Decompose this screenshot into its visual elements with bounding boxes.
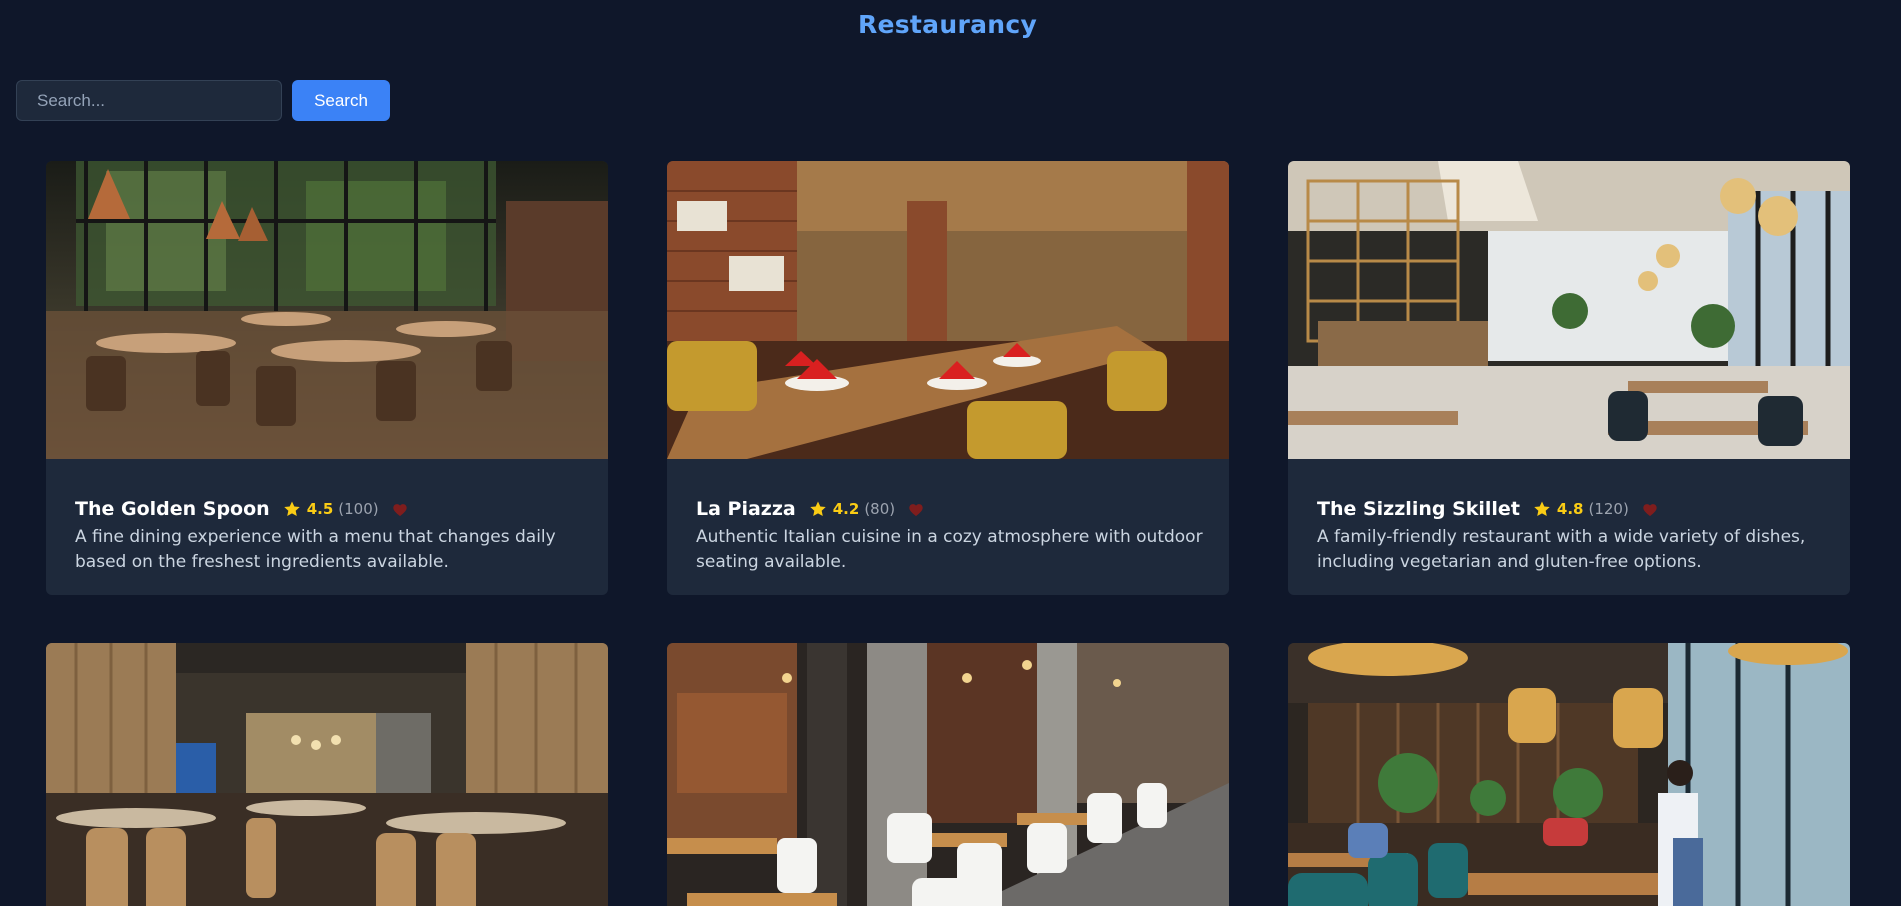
restaurant-description: Authentic Italian cuisine in a cozy atmo… (696, 527, 1203, 572)
restaurant-card[interactable] (667, 643, 1229, 906)
restaurant-card[interactable]: The Golden Spoon 4.5 (100) A fine dining… (46, 161, 608, 595)
rating-value: 4.2 (832, 500, 860, 518)
restaurant-description: A family-friendly restaurant with a wide… (1317, 527, 1806, 572)
rating-value: 4.5 (306, 500, 334, 518)
restaurant-card[interactable] (46, 643, 608, 906)
star-icon (809, 500, 827, 518)
restaurant-name: La Piazza (696, 498, 796, 520)
app-title: Restaurancy (857, 10, 1038, 39)
review-count: (100) (338, 500, 379, 518)
heart-icon[interactable] (392, 502, 408, 517)
restaurant-description: A fine dining experience with a menu tha… (75, 527, 556, 572)
restaurant-image[interactable] (46, 161, 608, 459)
star-icon (1533, 500, 1551, 518)
restaurant-card[interactable]: The Sizzling Skillet 4.8 (120) A family-… (1288, 161, 1850, 595)
restaurant-image[interactable] (667, 643, 1229, 906)
review-count: (80) (864, 500, 896, 518)
restaurant-card[interactable]: La Piazza 4.2 (80) Authentic Italian cui… (667, 161, 1229, 595)
restaurant-image[interactable] (46, 643, 608, 906)
restaurant-image[interactable] (1288, 161, 1850, 459)
heart-icon[interactable] (908, 502, 924, 517)
restaurant-card[interactable] (1288, 643, 1850, 906)
search-button[interactable]: Search (292, 80, 390, 121)
heart-icon[interactable] (1642, 502, 1658, 517)
restaurant-image[interactable] (667, 161, 1229, 459)
review-count: (120) (1588, 500, 1629, 518)
star-icon (283, 500, 301, 518)
restaurant-page: Restaurancy Search... Search The Golden … (0, 0, 1901, 906)
restaurant-name: The Sizzling Skillet (1317, 498, 1520, 520)
restaurant-image[interactable] (1288, 643, 1850, 906)
rating-value: 4.8 (1556, 500, 1584, 518)
search-input[interactable] (16, 80, 282, 121)
restaurant-name: The Golden Spoon (75, 498, 270, 520)
